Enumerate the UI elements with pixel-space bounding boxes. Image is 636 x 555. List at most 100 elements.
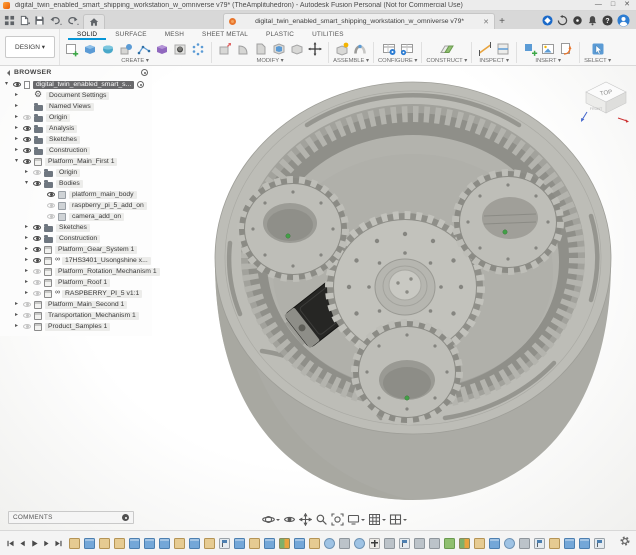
ribbon-tab[interactable]: MESH <box>156 29 193 40</box>
item-label[interactable]: 17HS3401_Usongshine x... <box>62 257 151 265</box>
timeline-feature-icon[interactable] <box>339 538 350 549</box>
expand-arrow-icon[interactable] <box>22 255 31 266</box>
visibility-eye-icon[interactable] <box>33 291 41 296</box>
browser-tree-row[interactable]: camera_add_on <box>0 211 152 222</box>
joint-marker[interactable] <box>503 230 507 234</box>
browser-tree-row[interactable]: Origin <box>0 167 152 178</box>
timeline-feature-icon[interactable] <box>159 538 170 549</box>
ribbon-tab[interactable]: PLASTIC <box>257 29 303 40</box>
timeline-feature-icon[interactable] <box>279 538 290 549</box>
redo-icon[interactable] <box>66 13 79 27</box>
expand-arrow-icon[interactable] <box>22 277 31 288</box>
browser-tree-row[interactable]: Bodies <box>0 178 152 189</box>
insert-decal-icon[interactable] <box>558 41 574 57</box>
browser-tree-row[interactable]: digital_twin_enabled_smart_s... <box>0 79 152 90</box>
select-icon[interactable] <box>590 41 606 57</box>
visibility-eye-icon[interactable] <box>33 247 41 252</box>
item-label[interactable]: Sketches <box>56 224 90 232</box>
expand-arrow-icon[interactable] <box>22 222 31 233</box>
timeline-feature-icon[interactable] <box>429 538 440 549</box>
section-analysis-icon[interactable] <box>495 41 511 57</box>
ribbon-tab[interactable]: SHEET METAL <box>193 29 257 40</box>
new-tab-button[interactable]: + <box>495 14 509 29</box>
extensions-icon[interactable] <box>542 15 553 26</box>
visibility-eye-icon[interactable] <box>47 203 55 208</box>
timeline-feature-icon[interactable] <box>144 538 155 549</box>
skip-end-icon[interactable] <box>53 538 63 548</box>
visibility-eye-icon[interactable] <box>33 225 41 230</box>
pan-icon[interactable] <box>299 513 312 526</box>
ribbon-tab[interactable]: UTILITIES <box>303 29 353 40</box>
item-label[interactable]: camera_add_on <box>69 213 124 221</box>
assemble-menu[interactable]: ASSEMBLE ▾ <box>333 57 369 65</box>
timeline-feature-icon[interactable] <box>504 538 515 549</box>
expand-arrow-icon[interactable] <box>22 167 31 178</box>
timeline-feature-icon[interactable] <box>579 538 590 549</box>
expand-arrow-icon[interactable] <box>12 134 21 145</box>
create-sketch-icon[interactable] <box>64 41 80 57</box>
profile-avatar-icon[interactable] <box>617 14 630 27</box>
ribbon-tab[interactable]: SOLID <box>68 29 106 40</box>
visibility-eye-icon[interactable] <box>33 280 41 285</box>
browser-tree-row[interactable]: Analysis <box>0 123 152 134</box>
visibility-eye-icon[interactable] <box>23 324 31 329</box>
model-planet-gear-right[interactable] <box>454 171 562 273</box>
visibility-eye-icon[interactable] <box>33 258 41 263</box>
visibility-eye-icon[interactable] <box>33 236 41 241</box>
view-cube[interactable]: TOP FRONT <box>580 72 632 124</box>
timeline-feature-icon[interactable] <box>114 538 125 549</box>
timeline-feature-icon[interactable] <box>414 538 425 549</box>
app-grid-icon[interactable] <box>4 13 15 27</box>
chamfer-icon[interactable] <box>253 41 269 57</box>
browser-tree-row[interactable]: Named Views <box>0 101 152 112</box>
new-component-icon[interactable] <box>334 41 350 57</box>
timeline-feature-icon[interactable] <box>594 538 605 549</box>
timeline-feature-icon[interactable] <box>459 538 470 549</box>
hole-icon[interactable] <box>172 41 188 57</box>
browser-tree-row[interactable]: Origin <box>0 112 152 123</box>
model-planet-gear-bottom[interactable] <box>353 321 461 423</box>
timeline-feature-icon[interactable] <box>564 538 575 549</box>
timeline-feature-icon[interactable] <box>84 538 95 549</box>
browser-tree-row[interactable]: Construction <box>0 233 152 244</box>
step-back-icon[interactable] <box>17 538 27 548</box>
timeline-feature-icon[interactable] <box>294 538 305 549</box>
visibility-eye-icon[interactable] <box>23 126 31 131</box>
timeline-feature-icon[interactable] <box>204 538 215 549</box>
expand-arrow-icon[interactable] <box>12 299 21 310</box>
browser-tree-row[interactable]: Platform_Rotation_Mechanism 1 <box>0 266 152 277</box>
browser-tree-row[interactable]: Sketches <box>0 222 152 233</box>
expand-arrow-icon[interactable] <box>12 112 21 123</box>
look-at-icon[interactable] <box>283 513 296 526</box>
browser-tree-row[interactable]: RASPBERRY_PI_5 v1:1 <box>0 288 152 299</box>
insert-menu[interactable]: INSERT ▾ <box>535 57 561 65</box>
configuration-icon[interactable] <box>381 41 397 57</box>
timeline-feature-icon[interactable] <box>309 538 320 549</box>
status-dot-icon[interactable] <box>572 15 583 26</box>
browser-tree-row[interactable]: 17HS3401_Usongshine x... <box>0 255 152 266</box>
close-button[interactable]: ✕ <box>624 0 630 10</box>
item-label[interactable]: Named Views <box>46 103 94 111</box>
expand-arrow-icon[interactable] <box>22 233 31 244</box>
expand-arrow-icon[interactable] <box>12 310 21 321</box>
shell-icon[interactable] <box>271 41 287 57</box>
item-label[interactable]: Analysis <box>46 125 77 133</box>
browser-tree-row[interactable]: Construction <box>0 145 152 156</box>
timeline-feature-icon[interactable] <box>249 538 260 549</box>
select-menu[interactable]: SELECT ▾ <box>584 57 611 65</box>
modify-menu[interactable]: MODIFY ▾ <box>257 57 284 65</box>
browser-tree-row[interactable]: raspberry_pi_5_add_on <box>0 200 152 211</box>
timeline-feature-icon[interactable] <box>189 538 200 549</box>
sweep-icon[interactable] <box>118 41 134 57</box>
item-label[interactable]: Bodies <box>56 180 83 188</box>
browser-tree-row[interactable]: Platform_Roof 1 <box>0 277 152 288</box>
model-planet-gear-left[interactable] <box>239 178 347 280</box>
item-label[interactable]: Product_Samples 1 <box>45 323 110 331</box>
pattern-icon[interactable] <box>190 41 206 57</box>
timeline-feature-icon[interactable] <box>369 538 380 549</box>
undo-icon[interactable] <box>49 13 62 27</box>
help-icon[interactable]: ? <box>602 15 613 26</box>
item-label[interactable]: RASPBERRY_PI_5 v1:1 <box>62 290 142 298</box>
canvas-viewport[interactable]: TOP FRONT BROWSER <box>0 66 636 530</box>
orbit-icon[interactable] <box>262 513 280 526</box>
